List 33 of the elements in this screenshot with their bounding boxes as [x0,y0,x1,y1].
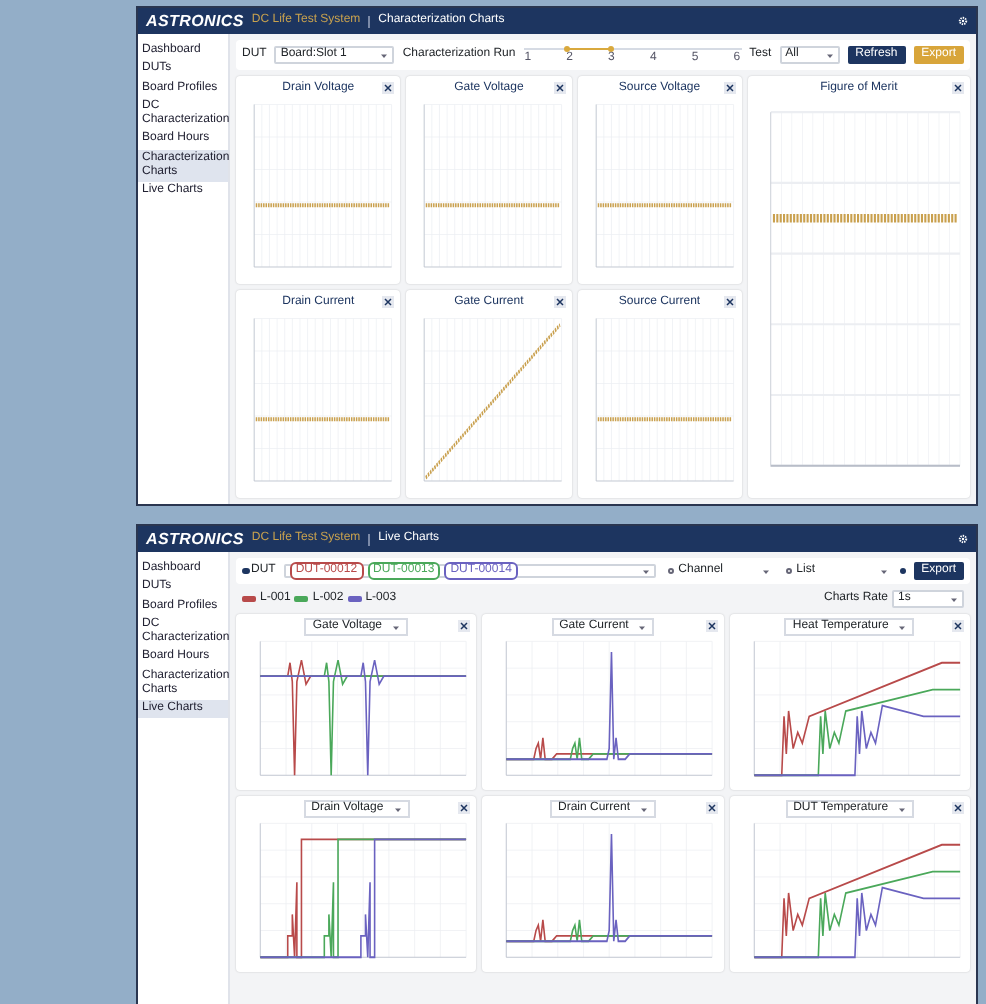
close-button[interactable] [553,296,566,308]
slider-thumb[interactable] [607,45,614,51]
close-button[interactable] [705,802,718,815]
caret-icon [825,51,834,59]
logo: ASTRONICS [146,527,244,551]
close-button[interactable] [553,82,566,94]
caret-icon [898,805,907,814]
caret-icon [879,567,888,576]
status-dot [899,568,906,575]
close-button[interactable] [952,82,964,94]
close-button[interactable] [382,296,395,308]
slider-thumb[interactable] [564,45,570,51]
radio-button[interactable] [785,567,793,575]
caret-icon [392,623,401,632]
close-button[interactable] [723,296,736,308]
caret-icon [641,567,650,576]
close-button[interactable] [705,620,718,633]
radio-button[interactable] [242,567,249,575]
close-button[interactable] [458,620,471,633]
caret-icon [380,51,389,59]
caret-icon [761,567,770,576]
close-button[interactable] [723,82,736,94]
settings-icon[interactable] [958,534,968,544]
logo: ASTRONICS [146,9,244,33]
close-button[interactable] [952,620,964,633]
caret-icon [898,623,907,632]
caret-icon [638,623,647,632]
caret-icon [393,805,402,814]
close-button[interactable] [382,82,395,94]
settings-icon[interactable] [958,16,968,26]
close-button[interactable] [952,802,964,815]
close-button[interactable] [458,802,471,815]
radio-button[interactable] [667,567,675,575]
